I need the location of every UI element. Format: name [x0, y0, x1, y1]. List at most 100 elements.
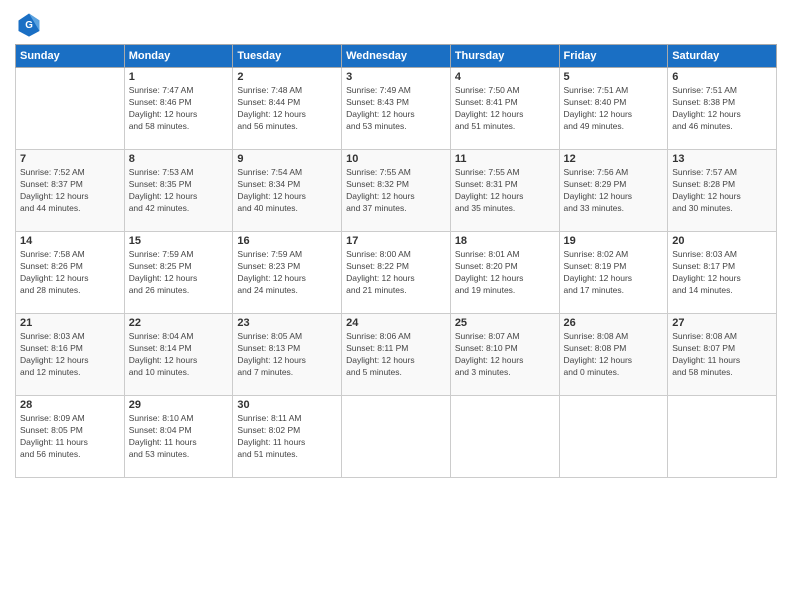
day-number: 21 [20, 317, 120, 329]
day-number: 12 [564, 153, 664, 165]
calendar-cell: 12 Sunrise: 7:56 AM Sunset: 8:29 PM Dayli… [559, 150, 668, 232]
calendar-cell: 3 Sunrise: 7:49 AM Sunset: 8:43 PM Daylig… [342, 68, 451, 150]
day-number: 10 [346, 153, 446, 165]
day-info: Sunrise: 7:53 AM Sunset: 8:35 PM Dayligh… [129, 167, 229, 215]
calendar-cell: 17 Sunrise: 8:00 AM Sunset: 8:22 PM Dayli… [342, 232, 451, 314]
calendar-week-row: 1Sunrise: 7:47 AM Sunset: 8:46 PM Daylig… [16, 68, 777, 150]
day-number: 28 [20, 399, 120, 411]
calendar-cell [668, 396, 777, 478]
day-info: Sunrise: 7:49 AM Sunset: 8:43 PM Dayligh… [346, 85, 446, 133]
calendar-cell: 23 Sunrise: 8:05 AM Sunset: 8:13 PM Dayli… [233, 314, 342, 396]
calendar-cell [559, 396, 668, 478]
day-number: 1 [129, 71, 229, 83]
weekday-header: Saturday [668, 45, 777, 68]
day-number: 16 [237, 235, 337, 247]
day-info: Sunrise: 8:04 AM Sunset: 8:14 PM Dayligh… [129, 331, 229, 379]
header: G [15, 10, 777, 38]
calendar-cell: 10 Sunrise: 7:55 AM Sunset: 8:32 PM Dayli… [342, 150, 451, 232]
calendar-cell: 1Sunrise: 7:47 AM Sunset: 8:46 PM Daylig… [124, 68, 233, 150]
page-container: G SundayMondayTuesdayWednesdayThursdayFr… [0, 0, 792, 488]
day-number: 24 [346, 317, 446, 329]
calendar-cell: 13Sunrise: 7:57 AM Sunset: 8:28 PM Dayli… [668, 150, 777, 232]
day-info: Sunrise: 8:00 AM Sunset: 8:22 PM Dayligh… [346, 249, 446, 297]
day-info: Sunrise: 8:03 AM Sunset: 8:16 PM Dayligh… [20, 331, 120, 379]
weekday-header: Tuesday [233, 45, 342, 68]
calendar-cell [342, 396, 451, 478]
day-number: 26 [564, 317, 664, 329]
day-info: Sunrise: 7:59 AM Sunset: 8:23 PM Dayligh… [237, 249, 337, 297]
day-number: 9 [237, 153, 337, 165]
day-number: 4 [455, 71, 555, 83]
day-info: Sunrise: 7:48 AM Sunset: 8:44 PM Dayligh… [237, 85, 337, 133]
day-number: 14 [20, 235, 120, 247]
svg-text:G: G [25, 20, 33, 31]
calendar-week-row: 28 Sunrise: 8:09 AM Sunset: 8:05 PM Dayli… [16, 396, 777, 478]
day-number: 22 [129, 317, 229, 329]
calendar-cell: 14 Sunrise: 7:58 AM Sunset: 8:26 PM Dayli… [16, 232, 125, 314]
calendar-cell: 4Sunrise: 7:50 AM Sunset: 8:41 PM Daylig… [450, 68, 559, 150]
day-info: Sunrise: 8:08 AM Sunset: 8:08 PM Dayligh… [564, 331, 664, 379]
calendar-week-row: 21 Sunrise: 8:03 AM Sunset: 8:16 PM Dayli… [16, 314, 777, 396]
calendar-cell: 27Sunrise: 8:08 AM Sunset: 8:07 PM Dayli… [668, 314, 777, 396]
day-number: 18 [455, 235, 555, 247]
day-number: 20 [672, 235, 772, 247]
day-number: 19 [564, 235, 664, 247]
day-info: Sunrise: 7:51 AM Sunset: 8:38 PM Dayligh… [672, 85, 772, 133]
day-number: 17 [346, 235, 446, 247]
day-number: 25 [455, 317, 555, 329]
day-info: Sunrise: 7:56 AM Sunset: 8:29 PM Dayligh… [564, 167, 664, 215]
day-info: Sunrise: 8:02 AM Sunset: 8:19 PM Dayligh… [564, 249, 664, 297]
day-number: 29 [129, 399, 229, 411]
day-info: Sunrise: 8:05 AM Sunset: 8:13 PM Dayligh… [237, 331, 337, 379]
calendar-cell [450, 396, 559, 478]
day-number: 8 [129, 153, 229, 165]
day-info: Sunrise: 7:51 AM Sunset: 8:40 PM Dayligh… [564, 85, 664, 133]
day-info: Sunrise: 7:57 AM Sunset: 8:28 PM Dayligh… [672, 167, 772, 215]
day-info: Sunrise: 7:55 AM Sunset: 8:32 PM Dayligh… [346, 167, 446, 215]
day-info: Sunrise: 8:10 AM Sunset: 8:04 PM Dayligh… [129, 413, 229, 461]
calendar-cell: 7 Sunrise: 7:52 AM Sunset: 8:37 PM Daylig… [16, 150, 125, 232]
day-info: Sunrise: 8:06 AM Sunset: 8:11 PM Dayligh… [346, 331, 446, 379]
weekday-header: Friday [559, 45, 668, 68]
weekday-header: Thursday [450, 45, 559, 68]
calendar-cell: 16 Sunrise: 7:59 AM Sunset: 8:23 PM Dayli… [233, 232, 342, 314]
calendar-table: SundayMondayTuesdayWednesdayThursdayFrid… [15, 44, 777, 478]
day-info: Sunrise: 7:52 AM Sunset: 8:37 PM Dayligh… [20, 167, 120, 215]
day-info: Sunrise: 8:01 AM Sunset: 8:20 PM Dayligh… [455, 249, 555, 297]
day-number: 3 [346, 71, 446, 83]
calendar-cell: 9Sunrise: 7:54 AM Sunset: 8:34 PM Daylig… [233, 150, 342, 232]
calendar-cell: 20 Sunrise: 8:03 AM Sunset: 8:17 PM Dayli… [668, 232, 777, 314]
weekday-header: Sunday [16, 45, 125, 68]
calendar-cell: 24 Sunrise: 8:06 AM Sunset: 8:11 PM Dayli… [342, 314, 451, 396]
calendar-cell: 18 Sunrise: 8:01 AM Sunset: 8:20 PM Dayli… [450, 232, 559, 314]
day-info: Sunrise: 7:58 AM Sunset: 8:26 PM Dayligh… [20, 249, 120, 297]
calendar-cell [16, 68, 125, 150]
day-info: Sunrise: 8:03 AM Sunset: 8:17 PM Dayligh… [672, 249, 772, 297]
calendar-cell: 19 Sunrise: 8:02 AM Sunset: 8:19 PM Dayli… [559, 232, 668, 314]
calendar-cell: 21 Sunrise: 8:03 AM Sunset: 8:16 PM Dayli… [16, 314, 125, 396]
weekday-header: Wednesday [342, 45, 451, 68]
day-info: Sunrise: 8:09 AM Sunset: 8:05 PM Dayligh… [20, 413, 120, 461]
day-info: Sunrise: 8:08 AM Sunset: 8:07 PM Dayligh… [672, 331, 772, 379]
weekday-header: Monday [124, 45, 233, 68]
day-number: 30 [237, 399, 337, 411]
calendar-week-row: 14 Sunrise: 7:58 AM Sunset: 8:26 PM Dayli… [16, 232, 777, 314]
calendar-cell: 2 Sunrise: 7:48 AM Sunset: 8:44 PM Daylig… [233, 68, 342, 150]
day-number: 23 [237, 317, 337, 329]
calendar-header-row: SundayMondayTuesdayWednesdayThursdayFrid… [16, 45, 777, 68]
day-number: 5 [564, 71, 664, 83]
calendar-week-row: 7 Sunrise: 7:52 AM Sunset: 8:37 PM Daylig… [16, 150, 777, 232]
day-number: 11 [455, 153, 555, 165]
day-number: 2 [237, 71, 337, 83]
calendar-cell: 25 Sunrise: 8:07 AM Sunset: 8:10 PM Dayli… [450, 314, 559, 396]
day-number: 6 [672, 71, 772, 83]
day-info: Sunrise: 8:07 AM Sunset: 8:10 PM Dayligh… [455, 331, 555, 379]
calendar-cell: 15 Sunrise: 7:59 AM Sunset: 8:25 PM Dayli… [124, 232, 233, 314]
day-number: 7 [20, 153, 120, 165]
day-info: Sunrise: 7:59 AM Sunset: 8:25 PM Dayligh… [129, 249, 229, 297]
calendar-cell: 22 Sunrise: 8:04 AM Sunset: 8:14 PM Dayli… [124, 314, 233, 396]
calendar-cell: 28 Sunrise: 8:09 AM Sunset: 8:05 PM Dayli… [16, 396, 125, 478]
day-info: Sunrise: 8:11 AM Sunset: 8:02 PM Dayligh… [237, 413, 337, 461]
calendar-cell: 29 Sunrise: 8:10 AM Sunset: 8:04 PM Dayli… [124, 396, 233, 478]
day-number: 15 [129, 235, 229, 247]
